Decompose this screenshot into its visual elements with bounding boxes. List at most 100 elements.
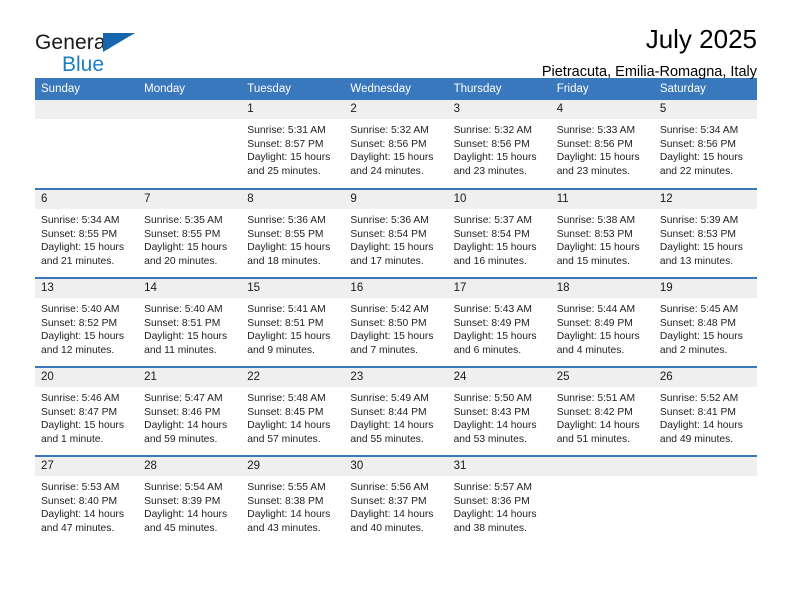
- daylight-duration-line1: Daylight: 15 hours: [453, 242, 537, 254]
- day-cell-inner: 2 Sunrise: 5:32 AM Sunset: 8:56 PM Daylight…: [344, 100, 448, 188]
- daylight-duration-line1: Daylight: 14 hours: [350, 420, 434, 432]
- day-cell-details: Sunrise: 5:45 AM Sunset: 8:48 PM Daylight:…: [654, 298, 757, 357]
- daylight-duration-line2: and 24 minutes.: [350, 165, 424, 177]
- calendar-day-cell[interactable]: 13 Sunrise: 5:40 AM Sunset: 8:52 PM Dayligh…: [35, 277, 139, 367]
- calendar-day-cell[interactable]: 4 Sunrise: 5:33 AM Sunset: 8:56 PM Daylight…: [550, 100, 654, 189]
- calendar-day-cell[interactable]: 17 Sunrise: 5:43 AM Sunset: 8:49 PM Dayligh…: [447, 277, 551, 367]
- sunset-time: Sunset: 8:39 PM: [144, 495, 221, 507]
- day-number: 9: [344, 190, 448, 209]
- day-cell-inner: 21 Sunrise: 5:47 AM Sunset: 8:46 PM Dayligh…: [138, 368, 242, 455]
- sunrise-time: Sunrise: 5:37 AM: [453, 215, 532, 226]
- daylight-duration-line2: and 13 minutes.: [659, 255, 734, 267]
- daylight-duration-line2: and 40 minutes.: [350, 522, 424, 534]
- title-block: July 2025 Pietracuta, Emilia-Romagna, It…: [541, 25, 757, 81]
- calendar-day-cell[interactable]: 28 Sunrise: 5:54 AM Sunset: 8:39 PM Dayligh…: [138, 455, 242, 545]
- sunset-time: Sunset: 8:44 PM: [350, 406, 427, 418]
- calendar-page: General Blue July 2025 Pietracuta, Emili…: [0, 0, 792, 612]
- sunset-time: Sunset: 8:49 PM: [453, 317, 530, 329]
- day-cell-inner: 3 Sunrise: 5:32 AM Sunset: 8:56 PM Daylight…: [447, 100, 551, 188]
- day-number: 7: [138, 190, 242, 209]
- sunrise-time: Sunrise: 5:32 AM: [453, 125, 532, 136]
- page-subtitle-location: Pietracuta, Emilia-Romagna, Italy: [541, 64, 757, 81]
- daylight-duration-line2: and 1 minute.: [41, 433, 104, 445]
- calendar-day-cell[interactable]: 19 Sunrise: 5:45 AM Sunset: 8:48 PM Dayligh…: [653, 277, 757, 367]
- calendar-day-cell[interactable]: 29 Sunrise: 5:55 AM Sunset: 8:38 PM Dayligh…: [241, 455, 345, 545]
- day-cell-details: Sunrise: 5:50 AM Sunset: 8:43 PM Daylight:…: [448, 387, 551, 446]
- day-cell-inner: 19 Sunrise: 5:45 AM Sunset: 8:48 PM Dayligh…: [653, 279, 757, 366]
- sunset-time: Sunset: 8:49 PM: [556, 317, 633, 329]
- general-blue-logo: General Blue: [35, 26, 155, 82]
- calendar-day-cell[interactable]: 20 Sunrise: 5:46 AM Sunset: 8:47 PM Dayligh…: [35, 366, 139, 456]
- sunset-time: Sunset: 8:36 PM: [453, 495, 530, 507]
- sunset-time: Sunset: 8:45 PM: [247, 406, 324, 418]
- calendar-day-cell[interactable]: 24 Sunrise: 5:50 AM Sunset: 8:43 PM Dayligh…: [447, 366, 551, 456]
- calendar-day-cell[interactable]: 6 Sunrise: 5:34 AM Sunset: 8:55 PM Daylight…: [35, 188, 139, 278]
- daylight-duration-line1: Daylight: 14 hours: [659, 420, 743, 432]
- day-cell-details: Sunrise: 5:36 AM Sunset: 8:55 PM Daylight:…: [241, 209, 344, 268]
- day-cell-details: Sunrise: 5:42 AM Sunset: 8:50 PM Daylight:…: [344, 298, 447, 357]
- calendar-day-cell[interactable]: 2 Sunrise: 5:32 AM Sunset: 8:56 PM Daylight…: [344, 100, 448, 189]
- sunrise-time: Sunrise: 5:34 AM: [41, 215, 120, 226]
- daylight-duration-line1: Daylight: 15 hours: [556, 152, 640, 164]
- day-cell-inner: 4 Sunrise: 5:33 AM Sunset: 8:56 PM Daylight…: [550, 100, 654, 188]
- calendar-day-cell[interactable]: 27 Sunrise: 5:53 AM Sunset: 8:40 PM Dayligh…: [35, 455, 139, 545]
- calendar-day-cell[interactable]: 3 Sunrise: 5:32 AM Sunset: 8:56 PM Daylight…: [447, 100, 551, 189]
- calendar-day-cell[interactable]: 11 Sunrise: 5:38 AM Sunset: 8:53 PM Dayligh…: [550, 188, 654, 278]
- day-cell-inner: 29 Sunrise: 5:55 AM Sunset: 8:38 PM Dayligh…: [241, 457, 345, 545]
- day-number: 13: [35, 279, 139, 298]
- day-number: [35, 100, 139, 119]
- sunrise-time: Sunrise: 5:45 AM: [659, 304, 739, 315]
- calendar-day-cell[interactable]: 26 Sunrise: 5:52 AM Sunset: 8:41 PM Dayligh…: [653, 366, 757, 456]
- day-cell-inner: [653, 457, 757, 545]
- daylight-duration-line1: Daylight: 14 hours: [144, 420, 228, 432]
- day-cell-inner: 5 Sunrise: 5:34 AM Sunset: 8:56 PM Daylight…: [653, 100, 757, 188]
- daylight-duration-line1: Daylight: 15 hours: [350, 152, 434, 164]
- calendar-day-cell[interactable]: 22 Sunrise: 5:48 AM Sunset: 8:45 PM Dayligh…: [241, 366, 345, 456]
- calendar-day-cell-empty: [35, 100, 139, 189]
- daylight-duration-line1: Daylight: 15 hours: [659, 152, 743, 164]
- day-cell-inner: 28 Sunrise: 5:54 AM Sunset: 8:39 PM Dayligh…: [138, 457, 242, 545]
- sunset-time: Sunset: 8:54 PM: [453, 228, 530, 240]
- daylight-duration-line2: and 17 minutes.: [350, 255, 424, 267]
- daylight-duration-line1: Daylight: 15 hours: [247, 152, 331, 164]
- calendar-day-cell[interactable]: 23 Sunrise: 5:49 AM Sunset: 8:44 PM Dayligh…: [344, 366, 448, 456]
- sunset-time: Sunset: 8:55 PM: [41, 228, 118, 240]
- calendar-day-cell[interactable]: 15 Sunrise: 5:41 AM Sunset: 8:51 PM Dayligh…: [241, 277, 345, 367]
- calendar-day-cell[interactable]: 14 Sunrise: 5:40 AM Sunset: 8:51 PM Dayligh…: [138, 277, 242, 367]
- calendar-day-cell[interactable]: 18 Sunrise: 5:44 AM Sunset: 8:49 PM Dayligh…: [550, 277, 654, 367]
- day-cell-details: Sunrise: 5:31 AM Sunset: 8:57 PM Daylight:…: [241, 119, 344, 178]
- day-number: 30: [344, 457, 448, 476]
- sunrise-time: Sunrise: 5:35 AM: [144, 215, 223, 226]
- daylight-duration-line1: Daylight: 15 hours: [659, 331, 743, 343]
- calendar-day-cell[interactable]: 25 Sunrise: 5:51 AM Sunset: 8:42 PM Dayligh…: [550, 366, 654, 456]
- day-cell-details: Sunrise: 5:51 AM Sunset: 8:42 PM Daylight:…: [551, 387, 654, 446]
- sunrise-time: Sunrise: 5:33 AM: [556, 125, 636, 136]
- calendar-day-cell[interactable]: 1 Sunrise: 5:31 AM Sunset: 8:57 PM Daylight…: [241, 100, 345, 189]
- day-number: 14: [138, 279, 242, 298]
- sunrise-time: Sunrise: 5:44 AM: [556, 304, 636, 315]
- daylight-duration-line1: Daylight: 15 hours: [350, 331, 434, 343]
- sunrise-time: Sunrise: 5:41 AM: [247, 304, 326, 315]
- calendar-day-cell[interactable]: 30 Sunrise: 5:56 AM Sunset: 8:37 PM Dayligh…: [344, 455, 448, 545]
- weekday-header-saturday: Saturday: [653, 78, 757, 100]
- calendar-day-cell[interactable]: 21 Sunrise: 5:47 AM Sunset: 8:46 PM Dayligh…: [138, 366, 242, 456]
- calendar-day-cell[interactable]: 10 Sunrise: 5:37 AM Sunset: 8:54 PM Dayligh…: [447, 188, 551, 278]
- day-cell-inner: [550, 457, 654, 545]
- sunset-time: Sunset: 8:38 PM: [247, 495, 324, 507]
- calendar-day-cell[interactable]: 8 Sunrise: 5:36 AM Sunset: 8:55 PM Daylight…: [241, 188, 345, 278]
- calendar-day-cell[interactable]: 7 Sunrise: 5:35 AM Sunset: 8:55 PM Daylight…: [138, 188, 242, 278]
- daylight-duration-line1: Daylight: 14 hours: [144, 509, 228, 521]
- calendar-day-cell[interactable]: 31 Sunrise: 5:57 AM Sunset: 8:36 PM Dayligh…: [447, 455, 551, 545]
- calendar-day-cell[interactable]: 5 Sunrise: 5:34 AM Sunset: 8:56 PM Daylight…: [653, 100, 757, 189]
- daylight-duration-line1: Daylight: 15 hours: [556, 331, 640, 343]
- calendar-day-cell[interactable]: 9 Sunrise: 5:36 AM Sunset: 8:54 PM Daylight…: [344, 188, 448, 278]
- calendar-day-cell[interactable]: 12 Sunrise: 5:39 AM Sunset: 8:53 PM Dayligh…: [653, 188, 757, 278]
- sunrise-time: Sunrise: 5:39 AM: [659, 215, 739, 226]
- calendar-day-cell[interactable]: 16 Sunrise: 5:42 AM Sunset: 8:50 PM Dayligh…: [344, 277, 448, 367]
- day-cell-details: Sunrise: 5:52 AM Sunset: 8:41 PM Daylight:…: [654, 387, 757, 446]
- daylight-duration-line1: Daylight: 14 hours: [453, 509, 537, 521]
- day-cell-inner: [138, 100, 242, 188]
- daylight-duration-line2: and 23 minutes.: [453, 165, 527, 177]
- sunrise-time: Sunrise: 5:36 AM: [247, 215, 326, 226]
- daylight-duration-line1: Daylight: 14 hours: [556, 420, 640, 432]
